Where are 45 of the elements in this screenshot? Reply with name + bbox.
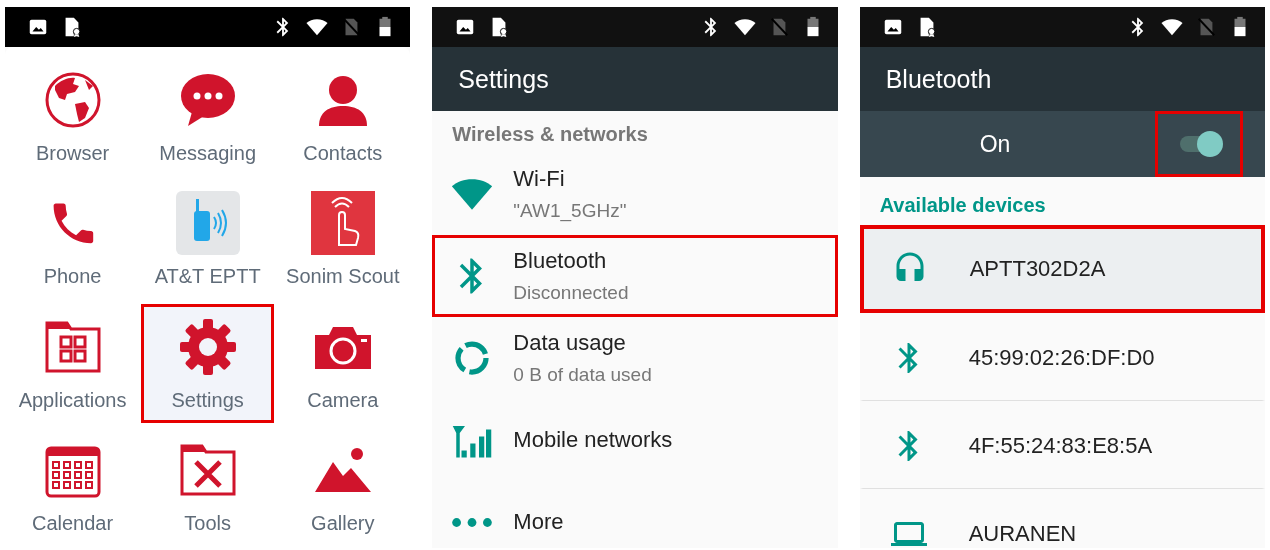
dots-icon bbox=[451, 516, 494, 528]
settings-item[interactable]: Wi-Fi "AW1_5GHz" bbox=[432, 153, 838, 235]
device-name: AURANEN bbox=[968, 521, 1077, 547]
app-shortcut[interactable]: Sonim Scout bbox=[276, 180, 410, 300]
app-shortcut[interactable]: Applications bbox=[6, 303, 140, 423]
device-item[interactable]: 4F:55:24:83:E8:5A bbox=[859, 401, 1265, 489]
wifi-icon bbox=[733, 16, 756, 38]
item-title: Wi-Fi bbox=[513, 166, 566, 192]
section-header: Wireless & networks bbox=[451, 122, 649, 147]
device-item[interactable]: 45:99:02:26:DF:D0 bbox=[859, 313, 1265, 401]
wifi-icon bbox=[1161, 16, 1183, 38]
device-name: 45:99:02:26:DF:D0 bbox=[968, 345, 1155, 371]
app-shortcut[interactable]: Camera bbox=[276, 303, 410, 423]
item-title: Data usage bbox=[513, 330, 627, 356]
settings-item[interactable]: Data usage 0 B of data used bbox=[432, 317, 838, 399]
device-item[interactable]: AURANEN bbox=[859, 489, 1265, 548]
walkie-icon bbox=[175, 191, 240, 256]
app-shortcut[interactable]: Phone bbox=[6, 180, 140, 300]
item-summary: Disconnected bbox=[513, 282, 629, 304]
touch-icon bbox=[310, 191, 375, 256]
device-name: 4F:55:24:83:E8:5A bbox=[968, 433, 1153, 459]
app-shortcut[interactable]: Browser bbox=[6, 57, 140, 177]
settings-item[interactable]: Bluetooth Disconnected bbox=[432, 235, 838, 317]
settings-item[interactable]: More bbox=[432, 481, 838, 548]
switch-label: On bbox=[979, 130, 1012, 158]
app-shortcut[interactable]: Gallery bbox=[276, 426, 410, 546]
settings-item[interactable]: Mobile networks bbox=[432, 399, 838, 481]
app-shortcut[interactable]: Calendar bbox=[6, 426, 140, 546]
device-name: APTT302D2A bbox=[969, 256, 1106, 282]
app-shortcut[interactable]: Contacts bbox=[276, 57, 410, 177]
app-shortcut[interactable]: Messaging bbox=[141, 57, 275, 177]
app-shortcut[interactable]: Settings bbox=[141, 303, 275, 423]
item-summary: 0 B of data used bbox=[513, 364, 652, 386]
wifi-icon bbox=[306, 16, 329, 38]
app-shortcut[interactable]: Tools bbox=[141, 426, 275, 546]
item-summary: "AW1_5GHz" bbox=[513, 200, 627, 222]
screen-title: Settings bbox=[458, 64, 549, 94]
app-shortcut[interactable]: AT&T EPTT bbox=[141, 180, 275, 300]
no-sim-icon bbox=[1195, 16, 1217, 38]
item-title: Mobile networks bbox=[513, 427, 673, 453]
section-header: Available devices bbox=[878, 193, 1047, 218]
screen-title: Bluetooth bbox=[885, 64, 992, 94]
device-item[interactable]: APTT302D2A bbox=[859, 225, 1265, 313]
item-title: Bluetooth bbox=[513, 248, 608, 274]
item-title: More bbox=[513, 509, 564, 535]
